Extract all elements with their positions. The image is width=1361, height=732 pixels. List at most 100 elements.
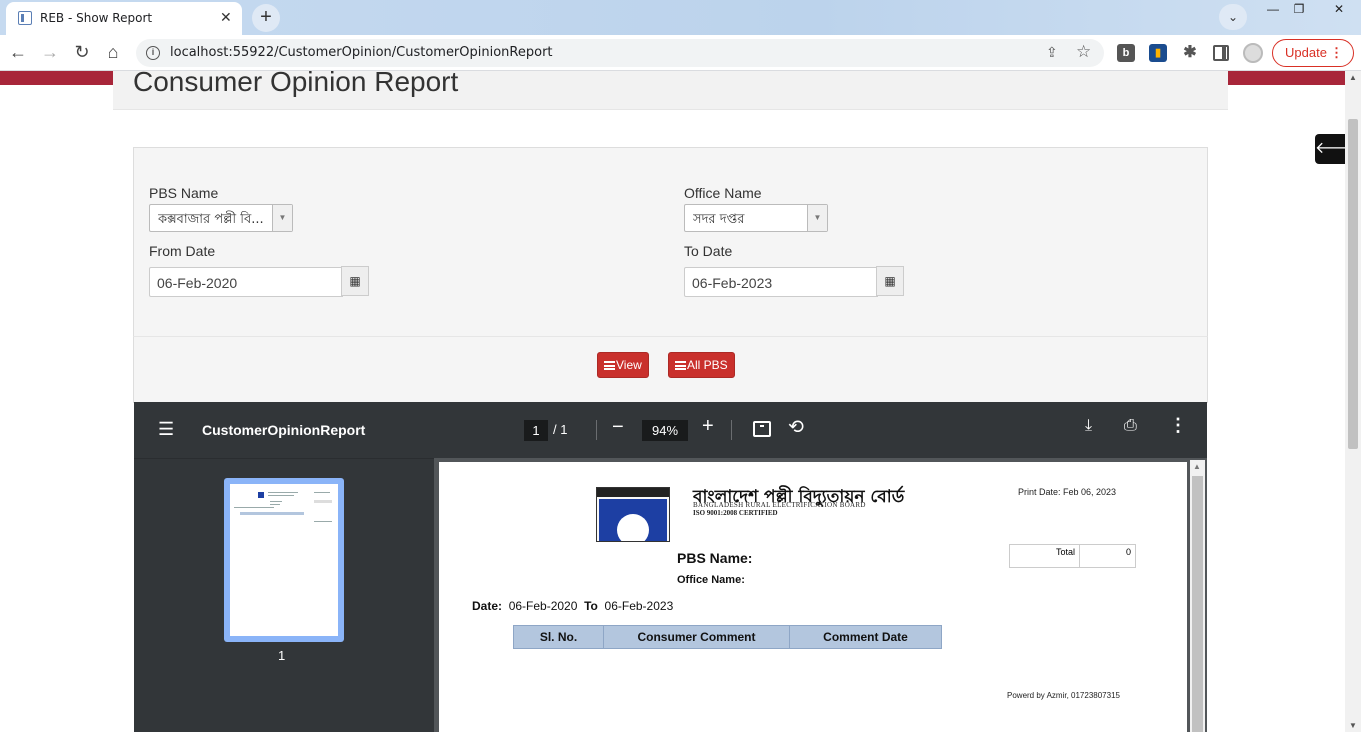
pdf-scrollbar-thumb[interactable] bbox=[1192, 476, 1203, 732]
all-pbs-button[interactable]: All PBS bbox=[668, 352, 735, 378]
logo-emblem bbox=[599, 499, 667, 541]
from-date-label: From Date bbox=[149, 243, 216, 259]
calendar-icon[interactable]: ▦ bbox=[341, 266, 369, 296]
browser-tab[interactable]: REB - Show Report ✕ bbox=[6, 2, 242, 35]
chevron-down-icon[interactable]: ▼ bbox=[807, 205, 827, 231]
window-close-button[interactable]: ✕ bbox=[1320, 0, 1358, 20]
more-vert-icon[interactable]: ⋮ bbox=[1169, 415, 1187, 436]
page-header: Consumer Opinion Report bbox=[113, 71, 1228, 110]
date-to: 06-Feb-2023 bbox=[604, 599, 674, 613]
page-viewport: Consumer Opinion Report 🡐 PBS Name কক্সব… bbox=[0, 71, 1345, 732]
all-pbs-button-label: All PBS bbox=[687, 358, 728, 372]
thumbnail-page-number: 1 bbox=[278, 648, 286, 663]
side-panel-icon[interactable] bbox=[1213, 45, 1229, 61]
site-info-icon[interactable]: i bbox=[146, 46, 160, 60]
total-value: 0 bbox=[1079, 544, 1136, 568]
date-range: Date: 06-Feb-2020 To 06-Feb-2023 bbox=[472, 599, 673, 613]
profile-avatar[interactable] bbox=[1243, 43, 1263, 63]
view-button[interactable]: View bbox=[597, 352, 649, 378]
pbs-name-value: কক্সবাজার পল্লী বি... bbox=[158, 212, 264, 227]
fit-page-icon[interactable] bbox=[753, 421, 771, 437]
zoom-input[interactable]: 94% bbox=[642, 420, 688, 441]
calendar-icon[interactable]: ▦ bbox=[876, 266, 904, 296]
update-button[interactable]: Update ⋮ bbox=[1272, 39, 1354, 67]
download-icon[interactable]: ⤓ bbox=[1085, 417, 1092, 435]
bookmark-star-icon[interactable]: ☆ bbox=[1076, 42, 1091, 62]
logo-banner bbox=[597, 488, 669, 497]
update-label: Update bbox=[1285, 45, 1327, 60]
office-name-heading: Office Name: bbox=[677, 574, 745, 586]
page-favicon-icon bbox=[18, 11, 32, 25]
logo-bulb-icon bbox=[617, 514, 649, 541]
date-to-label: To bbox=[584, 599, 598, 613]
date-label: Date: bbox=[472, 599, 503, 613]
from-date-value: 06-Feb-2020 bbox=[157, 275, 238, 291]
list-icon bbox=[604, 361, 615, 370]
rotate-icon[interactable]: ⟲ bbox=[788, 416, 804, 439]
iso-certification: ISO 9001:2008 CERTIFIED bbox=[693, 509, 778, 517]
to-date-label: To Date bbox=[684, 243, 733, 259]
reload-icon[interactable]: ↻ bbox=[70, 41, 94, 65]
address-bar[interactable]: i localhost:55922/CustomerOpinion/Custom… bbox=[136, 39, 1104, 67]
extensions-puzzle-icon[interactable]: ✱ bbox=[1181, 44, 1199, 62]
pdf-viewer: ☰ CustomerOpinionReport 1 / 1 − 94% + ⟲ … bbox=[134, 402, 1207, 732]
page-number-input[interactable]: 1 bbox=[524, 420, 548, 441]
window-restore-button[interactable]: ❐ bbox=[1284, 0, 1314, 20]
tab-close-icon[interactable]: ✕ bbox=[220, 9, 232, 26]
column-header: Sl. No. bbox=[513, 625, 604, 649]
back-arrow-icon[interactable]: ← bbox=[6, 41, 30, 65]
forward-arrow-icon[interactable]: → bbox=[38, 41, 62, 65]
page-scrollbar[interactable]: ▲ ▼ bbox=[1345, 71, 1361, 732]
opinion-table: Sl. No. Consumer Comment Comment Date bbox=[513, 625, 942, 649]
page-scrollbar-thumb[interactable] bbox=[1348, 119, 1358, 449]
to-date-input[interactable]: 06-Feb-2023 bbox=[684, 267, 878, 297]
url-text[interactable]: localhost:55922/CustomerOpinion/Customer… bbox=[170, 45, 553, 60]
zoom-out-icon[interactable]: − bbox=[612, 416, 624, 439]
tab-title: REB - Show Report bbox=[40, 11, 153, 25]
thumbnail-page bbox=[230, 484, 338, 636]
report-filter-form: PBS Name কক্সবাজার পল্লী বি... ▼ Office … bbox=[133, 147, 1208, 337]
zoom-in-icon[interactable]: + bbox=[702, 415, 714, 438]
thumbnail-table bbox=[240, 512, 304, 515]
tab-search-button[interactable]: ⌄ bbox=[1219, 4, 1247, 30]
thumbnail-text bbox=[268, 495, 294, 496]
chevron-down-icon[interactable]: ▼ bbox=[272, 205, 292, 231]
powered-by: Powerd by Azmir, 01723807315 bbox=[1007, 691, 1120, 700]
scroll-down-icon[interactable]: ▼ bbox=[1349, 721, 1357, 730]
date-from: 06-Feb-2020 bbox=[508, 599, 578, 613]
extension-chart-icon[interactable]: ▮ bbox=[1149, 44, 1167, 62]
menu-icon[interactable]: ☰ bbox=[158, 419, 174, 440]
page-title: Consumer Opinion Report bbox=[133, 71, 459, 97]
column-header: Consumer Comment bbox=[603, 625, 790, 649]
thumbnail-text bbox=[314, 521, 332, 522]
scroll-up-icon[interactable]: ▲ bbox=[1193, 462, 1201, 471]
extension-b-icon[interactable]: b bbox=[1117, 44, 1135, 62]
reb-logo bbox=[596, 487, 670, 542]
pdf-scrollbar[interactable]: ▲ bbox=[1190, 460, 1205, 732]
office-name-select[interactable]: সদর দপ্তর ▼ bbox=[684, 204, 828, 232]
from-date-input[interactable]: 06-Feb-2020 bbox=[149, 267, 343, 297]
page-count: / 1 bbox=[553, 422, 568, 437]
new-tab-button[interactable]: + bbox=[252, 4, 280, 32]
browser-toolbar: ← → ↻ ⌂ i localhost:55922/CustomerOpinio… bbox=[0, 35, 1361, 71]
total-table: Total 0 bbox=[1009, 544, 1136, 568]
print-date: Print Date: Feb 06, 2023 bbox=[1018, 487, 1117, 497]
home-icon[interactable]: ⌂ bbox=[101, 41, 125, 65]
print-icon[interactable]: ⎙ bbox=[1124, 417, 1137, 435]
form-actions: View All PBS bbox=[133, 336, 1208, 403]
view-button-label: View bbox=[616, 358, 642, 372]
thumbnail-text bbox=[234, 507, 274, 508]
chrome-menu-icon[interactable]: ⋮ bbox=[1330, 40, 1343, 66]
column-header: Comment Date bbox=[789, 625, 942, 649]
page-thumbnail[interactable] bbox=[224, 478, 344, 642]
thumbnail-logo bbox=[258, 492, 264, 498]
pbs-name-select[interactable]: কক্সবাজার পল্লী বি... ▼ bbox=[149, 204, 293, 232]
arrow-left-icon[interactable]: 🡐 bbox=[1315, 134, 1345, 164]
scroll-up-icon[interactable]: ▲ bbox=[1349, 73, 1357, 82]
share-icon[interactable]: ⇪ bbox=[1046, 44, 1058, 61]
total-label: Total bbox=[1009, 544, 1080, 568]
org-name-english: BANGLADESH RURAL ELECTRIFICATION BOARD bbox=[693, 501, 866, 509]
toolbar-divider bbox=[596, 420, 597, 440]
office-name-value: সদর দপ্তর bbox=[693, 212, 745, 227]
office-name-label: Office Name bbox=[684, 185, 762, 201]
